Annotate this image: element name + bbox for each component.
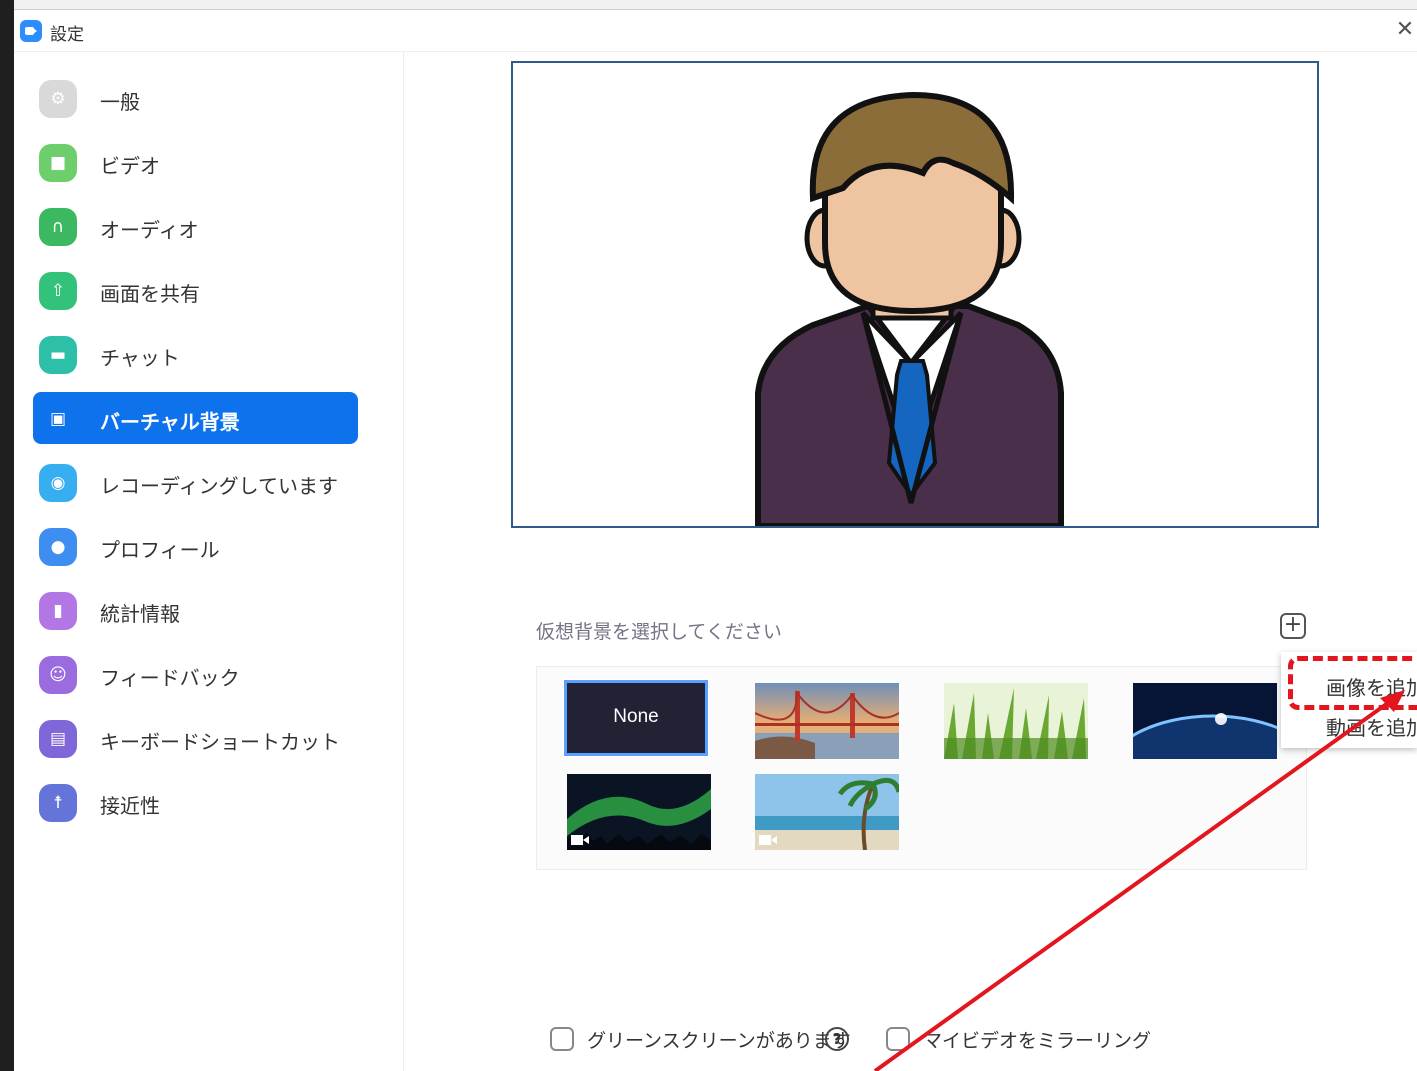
help-icon[interactable]: ? <box>825 1027 849 1051</box>
video-camera-icon <box>571 835 589 845</box>
record-icon: ◉ <box>39 464 77 502</box>
choose-background-label: 仮想背景を選択してください <box>536 621 782 643</box>
sidebar-item-label: 画面を共有 <box>100 282 200 306</box>
screen-left-edge <box>0 0 14 1071</box>
window-title: 設定 <box>50 25 84 45</box>
sidebar-item-profile[interactable]: ● プロフィール <box>33 520 358 572</box>
avatar-illustration <box>755 91 1064 526</box>
bar-chart-icon: ▮ <box>39 592 77 630</box>
sidebar-item-general[interactable]: ⚙ 一般 <box>33 72 358 124</box>
share-screen-icon: ⇧ <box>39 272 77 310</box>
zoom-app-icon <box>20 20 42 42</box>
background-thumb-grass[interactable] <box>944 683 1088 759</box>
sidebar-item-label: レコーディングしています <box>100 474 338 498</box>
sidebar-item-label: オーディオ <box>100 218 199 242</box>
background-thumb-none[interactable]: None <box>563 679 709 757</box>
smiley-icon: ☺ <box>39 656 77 694</box>
sidebar-item-label: 接近性 <box>100 794 160 818</box>
keyboard-icon: ▤ <box>39 720 77 758</box>
add-background-button[interactable]: + <box>1280 613 1306 639</box>
background-thumb-golden-gate[interactable] <box>755 683 899 759</box>
settings-window: 設定 ✕ ⚙ 一般 ■ ビデオ ∩ オーディオ ⇧ 画面を共有 ▬ チャット ▣… <box>14 10 1417 1071</box>
sidebar-item-label: チャット <box>100 346 180 370</box>
sidebar-item-label: 統計情報 <box>100 602 180 626</box>
sidebar-item-keyboard-shortcuts[interactable]: ▤ キーボードショートカット <box>33 712 358 764</box>
sidebar-item-video[interactable]: ■ ビデオ <box>33 136 358 188</box>
background-gallery: None <box>536 666 1307 870</box>
sidebar-item-label: ビデオ <box>100 154 160 178</box>
title-bar: 設定 ✕ <box>14 10 1417 52</box>
mirror-video-label: マイビデオをミラーリング <box>923 1030 1152 1052</box>
green-screen-checkbox[interactable] <box>550 1027 574 1051</box>
sidebar-item-label: プロフィール <box>100 538 220 562</box>
sidebar-item-audio[interactable]: ∩ オーディオ <box>33 200 358 252</box>
video-camera-icon: ■ <box>39 144 77 182</box>
none-label: None <box>613 706 659 727</box>
plus-icon: + <box>1283 612 1303 637</box>
sidebar-item-feedback[interactable]: ☺ フィードバック <box>33 648 358 700</box>
mirror-video-checkbox[interactable] <box>886 1027 910 1051</box>
sidebar-item-accessibility[interactable]: ☨ 接近性 <box>33 776 358 828</box>
person-card-icon: ▣ <box>49 409 67 429</box>
video-preview <box>511 61 1319 528</box>
video-camera-icon <box>759 835 777 845</box>
sidebar-item-label: 一般 <box>100 90 140 114</box>
virtual-background-panel: 仮想背景を選択してください + None グリーンスクリーンがあります ? マイ… <box>404 52 1417 1071</box>
user-icon: ● <box>39 528 77 566</box>
close-icon[interactable]: ✕ <box>1393 18 1417 42</box>
green-screen-option[interactable]: グリーンスクリーンがあります ? <box>550 1025 870 1053</box>
settings-sidebar: ⚙ 一般 ■ ビデオ ∩ オーディオ ⇧ 画面を共有 ▬ チャット ▣ バーチャ… <box>14 52 404 1071</box>
add-video-menu-item[interactable]: 動画を追加 <box>1326 712 1417 741</box>
background-thumb-aurora-video[interactable] <box>567 774 711 850</box>
sidebar-item-share-screen[interactable]: ⇧ 画面を共有 <box>33 264 358 316</box>
sidebar-item-virtual-background[interactable]: ▣ バーチャル背景 <box>33 392 358 444</box>
background-thumb-earth[interactable] <box>1133 683 1277 759</box>
accessibility-icon: ☨ <box>39 784 77 822</box>
sidebar-item-label: フィードバック <box>100 666 240 690</box>
screen-top-edge <box>0 0 1417 10</box>
chat-bubble-icon: ▬ <box>39 336 77 374</box>
sidebar-item-label: キーボードショートカット <box>100 730 340 754</box>
gear-icon: ⚙ <box>39 80 77 118</box>
sidebar-item-label: バーチャル背景 <box>100 410 240 434</box>
green-screen-label: グリーンスクリーンがあります <box>587 1030 851 1052</box>
mirror-video-option[interactable]: マイビデオをミラーリング <box>886 1025 1151 1053</box>
headphones-icon: ∩ <box>39 208 77 246</box>
sidebar-item-chat[interactable]: ▬ チャット <box>33 328 358 380</box>
sidebar-item-recording[interactable]: ◉ レコーディングしています <box>33 456 358 508</box>
annotation-highlight-box <box>1288 656 1417 710</box>
background-thumb-beach-video[interactable] <box>755 774 899 850</box>
sidebar-item-statistics[interactable]: ▮ 統計情報 <box>33 584 358 636</box>
